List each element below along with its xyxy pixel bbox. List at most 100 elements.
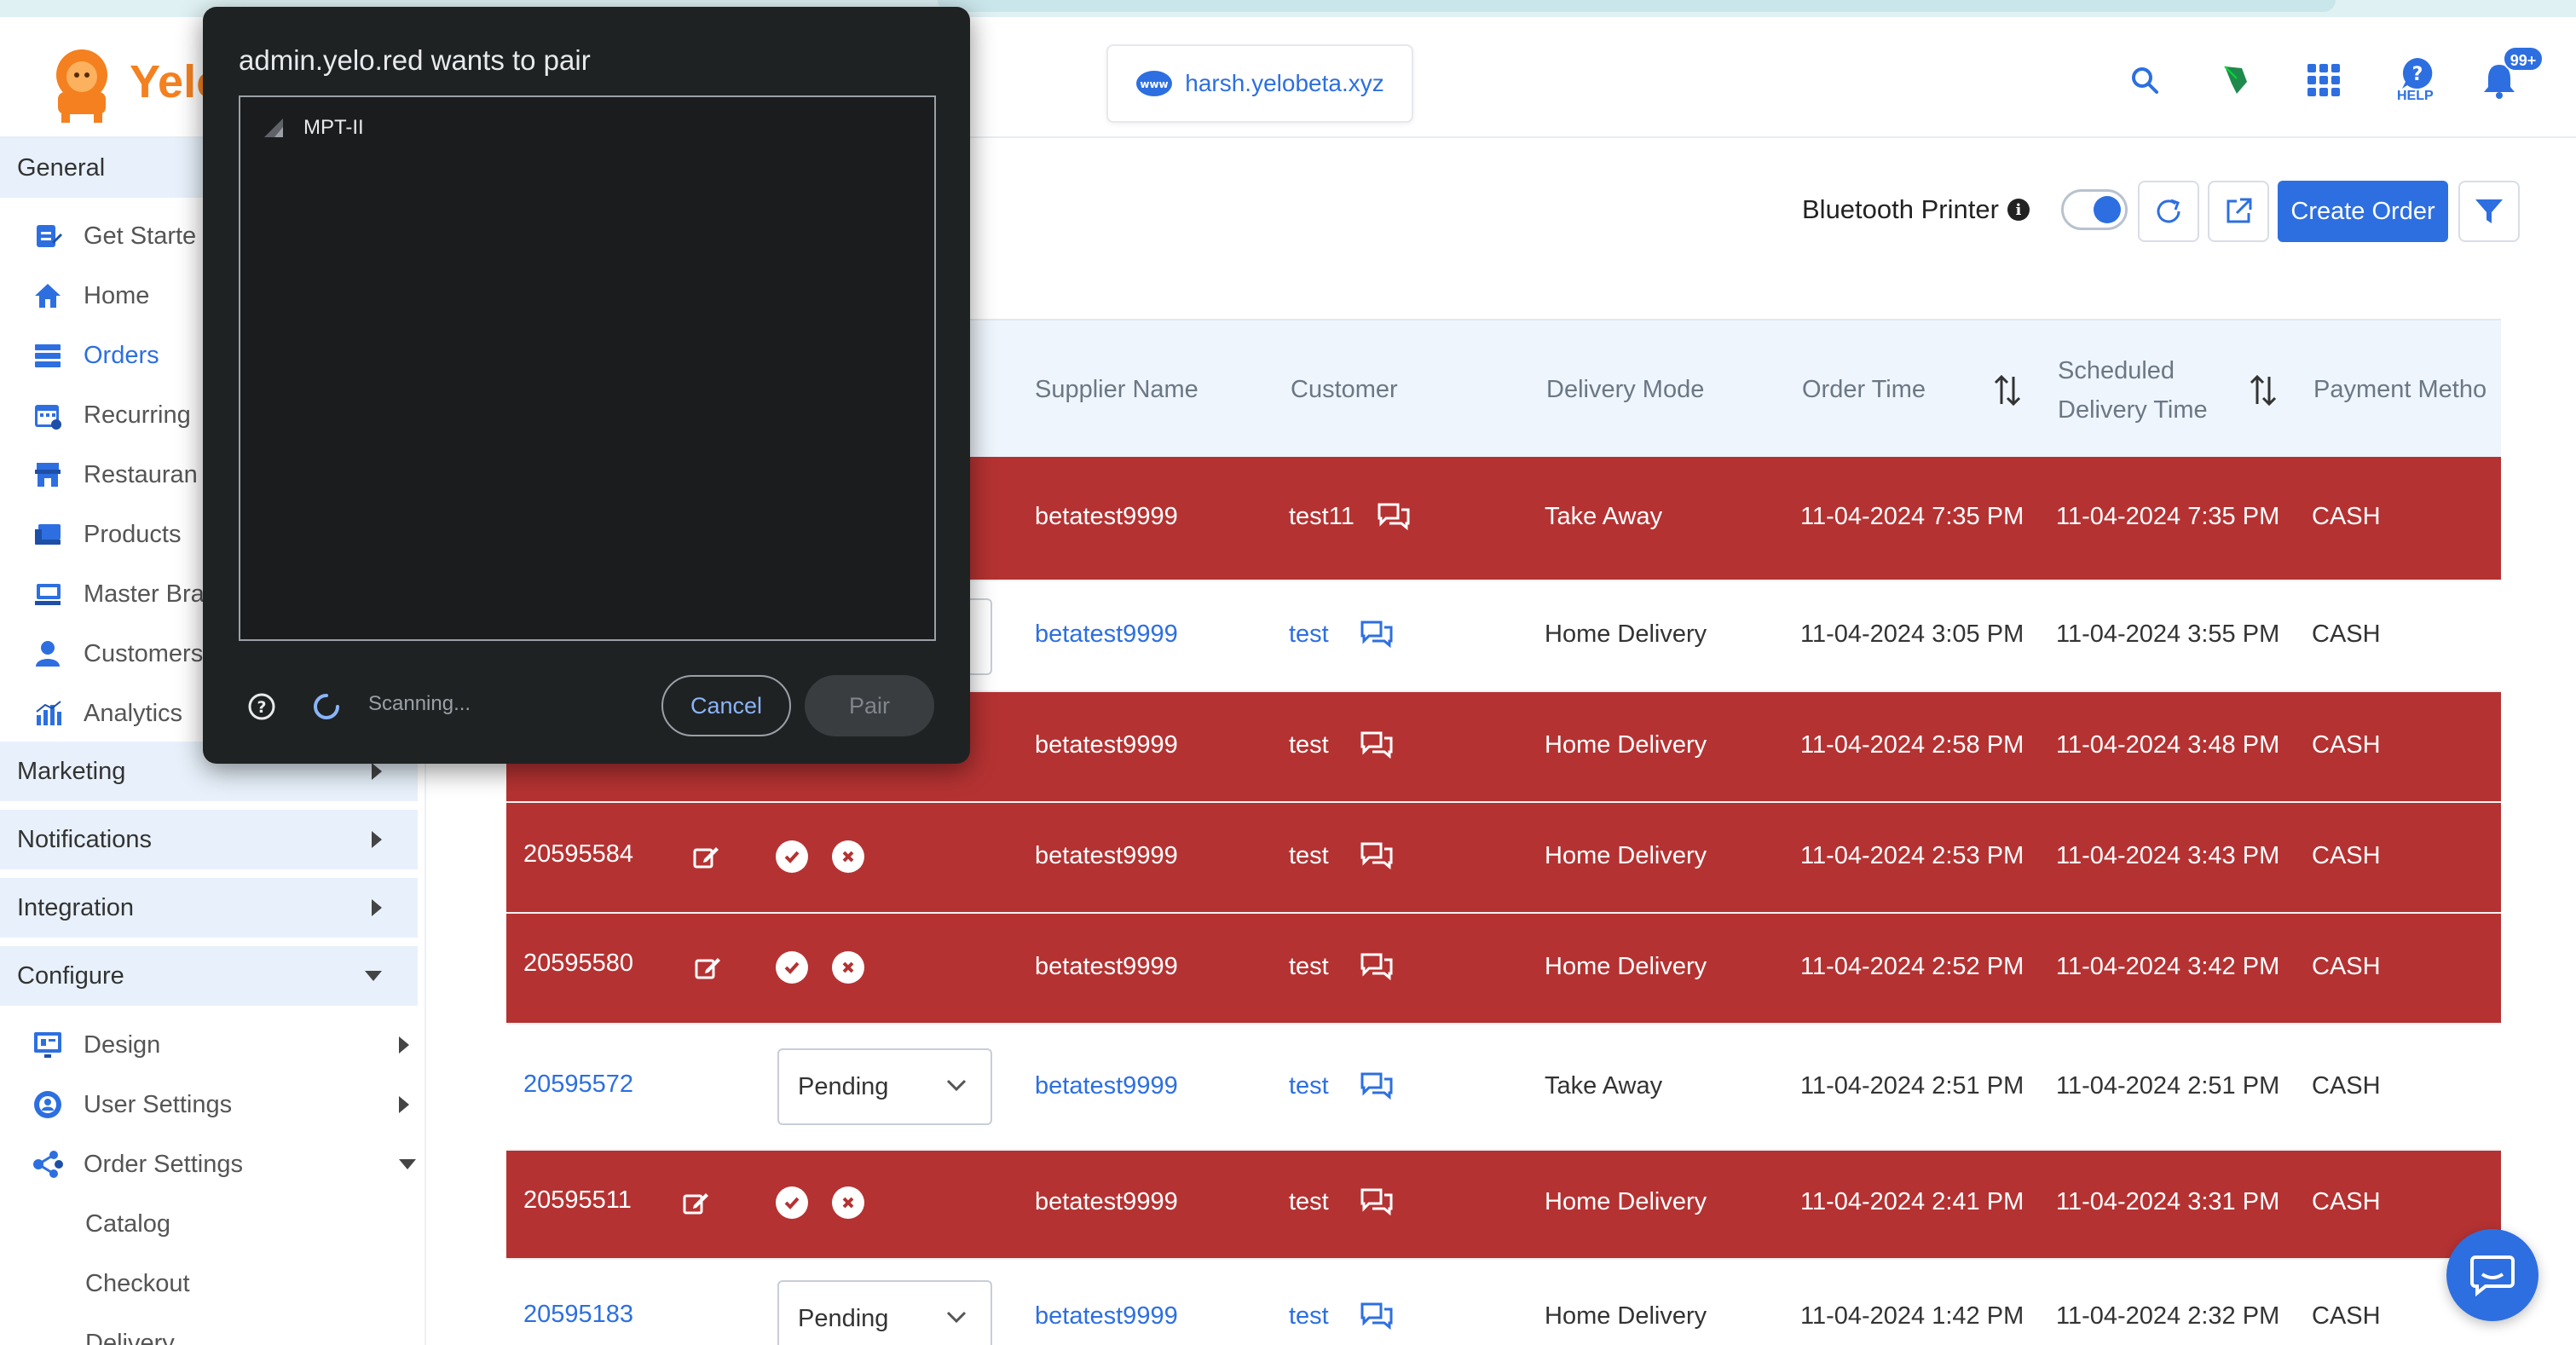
sidebar-item-restaurants[interactable]: Restauran	[31, 449, 198, 500]
header-scheduled-1[interactable]: Scheduled	[2058, 351, 2175, 390]
cell-customer[interactable]: test	[1289, 621, 1329, 649]
cell-customer[interactable]: test	[1289, 1302, 1329, 1331]
sidebar-subitem-catalog[interactable]: Catalog	[85, 1198, 170, 1250]
sidebar-item-get-started[interactable]: Get Starte	[31, 211, 196, 262]
chevron-right-icon	[372, 763, 382, 780]
header-delivery-mode[interactable]: Delivery Mode	[1546, 370, 1704, 409]
sidebar-section-notifications[interactable]: Notifications	[0, 810, 418, 869]
help-label: HELP	[2397, 89, 2434, 103]
cell-supplier[interactable]: betatest9999	[1035, 1302, 1178, 1331]
leaf-icon	[2224, 66, 2247, 94]
sidebar-item-design[interactable]: Design	[31, 1019, 409, 1071]
brand-button[interactable]	[2213, 58, 2257, 102]
cell-customer[interactable]: test	[1289, 1188, 1329, 1216]
cell-order-id[interactable]: 20595584	[523, 840, 633, 869]
cell-order-id[interactable]: 20595511	[523, 1186, 632, 1215]
status-dropdown[interactable]: Pending	[777, 1280, 992, 1345]
edit-icon[interactable]	[682, 1190, 709, 1217]
cell-supplier[interactable]: betatest9999	[1035, 1072, 1178, 1100]
sort-icon[interactable]	[1993, 373, 2022, 407]
help-circle-icon[interactable]: ?	[247, 692, 276, 721]
cell-delivery-mode: Home Delivery	[1545, 1302, 1707, 1330]
domain-link[interactable]: www harsh.yelobeta.xyz	[1106, 44, 1413, 123]
sidebar-item-orders[interactable]: Orders	[31, 330, 159, 381]
chat-icon[interactable]	[1376, 501, 1412, 530]
sidebar-item-user-settings[interactable]: User Settings	[31, 1079, 409, 1130]
edit-icon[interactable]	[694, 955, 721, 982]
table-row[interactable]: 20595584 betatest9999 test Home Delivery…	[506, 803, 2501, 914]
sidebar-item-home[interactable]: Home	[31, 270, 149, 321]
header-supplier[interactable]: Supplier Name	[1035, 370, 1198, 409]
sidebar-section-integration[interactable]: Integration	[0, 878, 418, 938]
accept-button[interactable]	[776, 840, 808, 873]
cancel-button[interactable]: Cancel	[661, 675, 791, 736]
cell-supplier[interactable]: betatest9999	[1035, 621, 1178, 649]
device-item[interactable]: MPT-II	[263, 116, 364, 140]
table-row[interactable]: 20595511 betatest9999 test Home Delivery…	[506, 1151, 2501, 1260]
sidebar-item-order-settings[interactable]: Order Settings	[31, 1139, 416, 1190]
reject-button[interactable]	[832, 951, 864, 984]
sidebar-item-master-brand[interactable]: Master Bra	[31, 569, 205, 620]
chat-icon[interactable]	[1359, 1186, 1395, 1215]
cell-order-id[interactable]: 20595183	[523, 1301, 633, 1329]
accept-button[interactable]	[776, 1186, 808, 1219]
cell-customer[interactable]: test11	[1289, 503, 1354, 531]
header-order-time[interactable]: Order Time	[1802, 370, 1926, 409]
table-row[interactable]: 20595183 Pending betatest9999 test Home …	[506, 1260, 2501, 1345]
section-label: Notifications	[17, 825, 152, 853]
apps-grid-button[interactable]	[2302, 58, 2346, 102]
cell-customer[interactable]: test	[1289, 731, 1329, 759]
export-button[interactable]	[2208, 181, 2269, 242]
pair-button[interactable]: Pair	[805, 675, 934, 736]
edit-icon[interactable]	[692, 844, 719, 871]
chevron-down-icon	[399, 1159, 416, 1169]
store-icon	[31, 458, 65, 492]
reject-button[interactable]	[832, 840, 864, 873]
header-payment[interactable]: Payment Metho	[2313, 370, 2486, 409]
cell-supplier: betatest9999	[1035, 842, 1178, 869]
sidebar-subitem-delivery[interactable]: Delivery	[85, 1318, 175, 1345]
sidebar-item-analytics[interactable]: Analytics	[31, 688, 182, 739]
sidebar-section-configure[interactable]: Configure	[0, 946, 418, 1006]
cell-payment: CASH	[2312, 1302, 2381, 1330]
sidebar-item-products[interactable]: Products	[31, 509, 181, 560]
cell-order-id[interactable]: 20595580	[523, 950, 633, 978]
create-order-button[interactable]: Create Order	[2278, 181, 2448, 242]
chat-icon[interactable]	[1359, 730, 1395, 759]
cell-customer[interactable]: test	[1289, 842, 1329, 870]
status-value: Pending	[798, 1304, 889, 1332]
logo[interactable]: Yelo	[39, 41, 224, 123]
table-row[interactable]: 20595580 betatest9999 test Home Delivery…	[506, 914, 2501, 1025]
sort-icon[interactable]	[2249, 373, 2278, 407]
chat-icon[interactable]	[1359, 1071, 1395, 1100]
chat-icon[interactable]	[1359, 951, 1395, 980]
sidebar-subitem-checkout[interactable]: Checkout	[85, 1258, 190, 1309]
table-row[interactable]: 20595572 Pending betatest9999 test Take …	[506, 1025, 2501, 1151]
sidebar-item-recurring[interactable]: Recurring	[31, 390, 191, 441]
chat-support-button[interactable]	[2446, 1229, 2538, 1321]
sidebar-item-label: Delivery	[85, 1329, 175, 1345]
cell-customer[interactable]: test	[1289, 1072, 1329, 1100]
bluetooth-printer-toggle[interactable]	[2061, 189, 2128, 230]
cell-payment: CASH	[2312, 1072, 2381, 1100]
sidebar-item-label: Catalog	[85, 1209, 170, 1238]
chat-icon[interactable]	[1359, 619, 1395, 648]
chevron-right-icon	[399, 1096, 409, 1113]
sidebar-item-customers[interactable]: Customers	[31, 628, 203, 679]
refresh-button[interactable]	[2138, 181, 2199, 242]
header-scheduled-2[interactable]: Delivery Time	[2058, 390, 2208, 430]
info-icon[interactable]: i	[2007, 199, 2030, 221]
chat-icon[interactable]	[1359, 840, 1395, 869]
bluetooth-pair-dialog: admin.yelo.red wants to pair MPT-II ? Sc…	[203, 7, 970, 764]
search-button[interactable]	[2123, 58, 2167, 102]
status-dropdown[interactable]: Pending	[777, 1048, 992, 1125]
filter-button[interactable]	[2458, 181, 2520, 242]
cell-order-id[interactable]: 20595572	[523, 1071, 633, 1099]
cell-order-time: 11-04-2024 2:53 PM	[1800, 842, 2024, 869]
reject-button[interactable]	[832, 1186, 864, 1219]
chat-icon[interactable]	[1359, 1301, 1395, 1330]
cell-customer[interactable]: test	[1289, 953, 1329, 981]
header-customer[interactable]: Customer	[1291, 370, 1398, 409]
accept-button[interactable]	[776, 951, 808, 984]
dialog-title: admin.yelo.red wants to pair	[239, 44, 591, 76]
